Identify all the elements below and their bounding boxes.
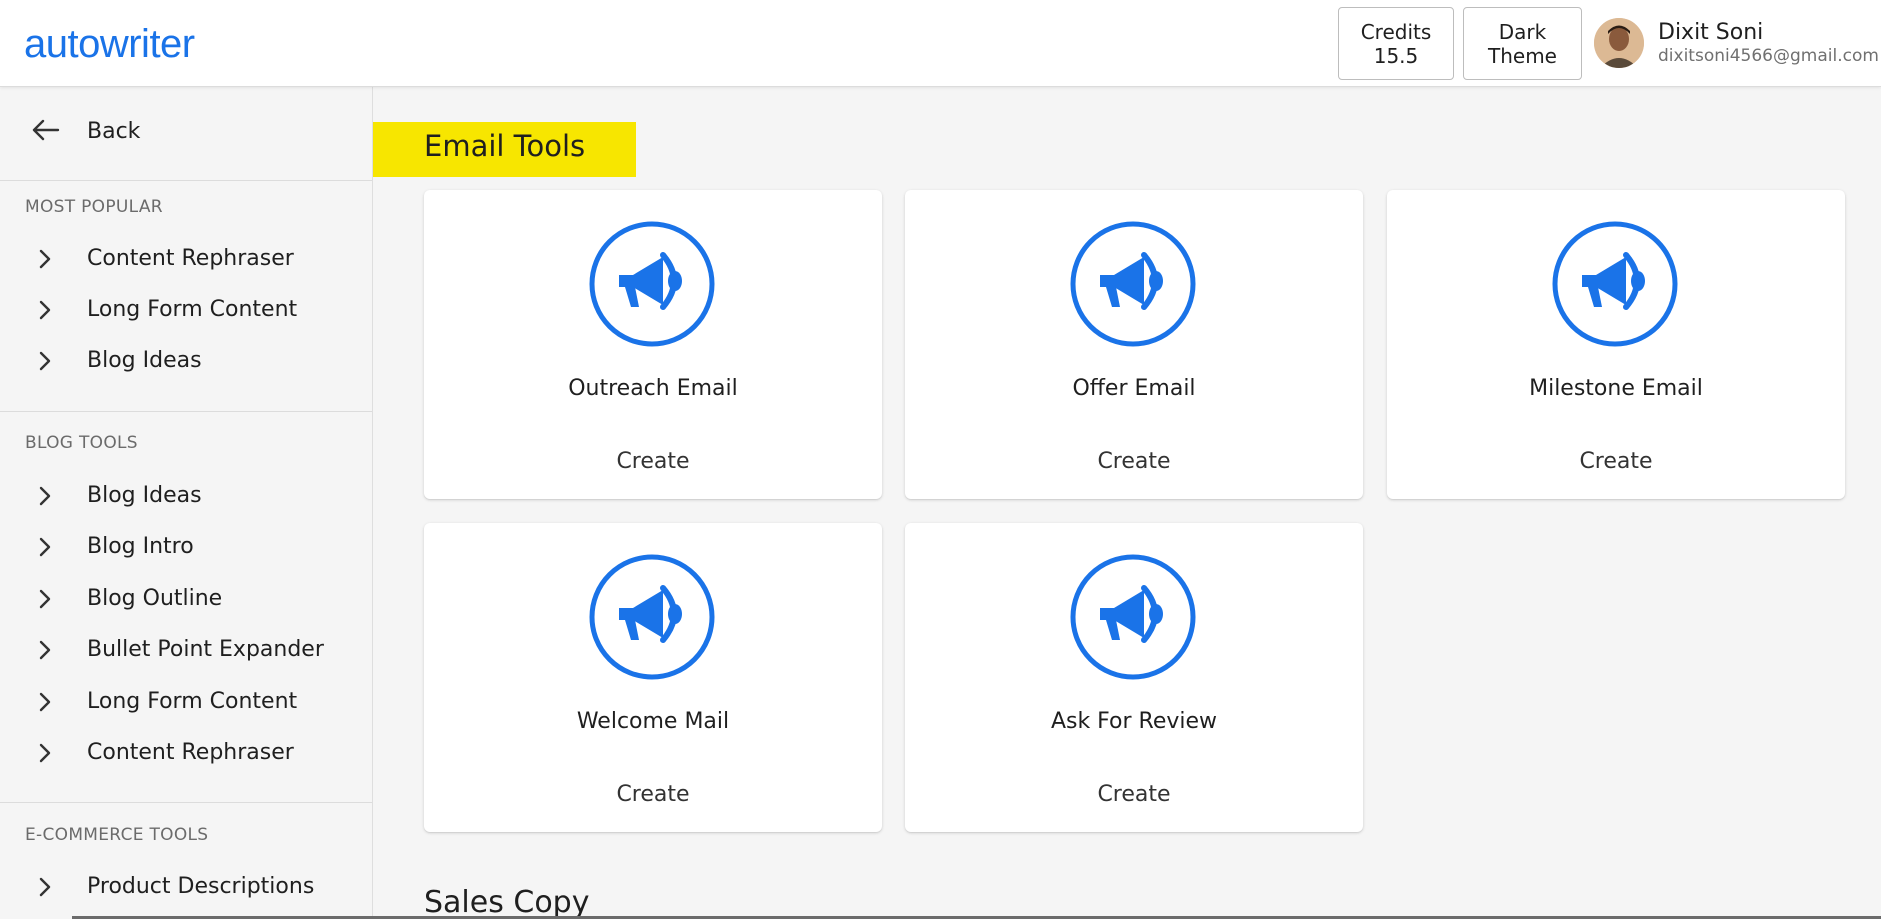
sidebar-item-label: Long Form Content (87, 689, 298, 714)
sidebar-item-blog-intro[interactable]: Blog Intro (0, 525, 372, 569)
sidebar-item-content-rephraser[interactable]: Content Rephraser (0, 731, 372, 775)
sidebar-item-long-form-content[interactable]: Long Form Content (0, 288, 372, 332)
sidebar-item-label: Content Rephraser (87, 246, 294, 271)
chevron-right-icon (39, 743, 51, 763)
user-email: dixitsoni4566@gmail.com (1658, 46, 1879, 66)
card-title: Outreach Email (568, 376, 738, 401)
card-title: Welcome Mail (576, 709, 730, 734)
section-title-sales-copy: Sales Copy (424, 885, 590, 919)
megaphone-icon (1070, 221, 1196, 347)
top-header: autowriter Credits 15.5 Dark Theme Dixit… (0, 0, 1881, 87)
chevron-right-icon (39, 692, 51, 712)
megaphone-icon (589, 221, 715, 347)
chevron-right-icon (39, 640, 51, 660)
tool-card-outreach-email[interactable]: Outreach Email Create (424, 190, 882, 499)
sidebar-item-blog-outline[interactable]: Blog Outline (0, 577, 372, 621)
chevron-right-icon (39, 300, 51, 320)
theme-label-line2: Theme (1488, 43, 1557, 68)
back-label: Back (87, 119, 141, 144)
app-logo[interactable]: autowriter (24, 22, 195, 67)
megaphone-icon (1552, 221, 1678, 347)
sidebar-item-long-form-content[interactable]: Long Form Content (0, 680, 372, 724)
user-name: Dixit Soni (1658, 20, 1764, 45)
sidebar-item-label: Blog Ideas (87, 348, 202, 373)
avatar[interactable] (1594, 18, 1644, 68)
card-title: Milestone Email (1529, 376, 1703, 401)
tool-card-offer-email[interactable]: Offer Email Create (905, 190, 1363, 499)
sidebar-item-label: Product Descriptions (87, 874, 315, 899)
sidebar: Back MOST POPULAR Content Rephraser Long… (0, 87, 373, 919)
create-button[interactable]: Create (905, 775, 1363, 815)
megaphone-icon (1070, 554, 1196, 680)
credits-label: Credits (1360, 19, 1432, 44)
credits-value: 15.5 (1373, 43, 1419, 68)
tool-card-ask-for-review[interactable]: Ask For Review Create (905, 523, 1363, 832)
back-button[interactable]: Back (0, 87, 372, 181)
chevron-right-icon (39, 351, 51, 371)
tool-card-milestone-email[interactable]: Milestone Email Create (1387, 190, 1845, 499)
chevron-right-icon (39, 249, 51, 269)
chevron-right-icon (39, 537, 51, 557)
theme-label-line1: Dark (1498, 19, 1547, 44)
megaphone-icon (589, 554, 715, 680)
create-button[interactable]: Create (424, 442, 882, 482)
create-button[interactable]: Create (424, 775, 882, 815)
sidebar-item-label: Blog Ideas (87, 483, 202, 508)
sidebar-item-product-descriptions[interactable]: Product Descriptions (0, 865, 372, 909)
section-title-blog-tools: BLOG TOOLS (25, 433, 138, 453)
arrow-left-icon (32, 119, 60, 141)
sidebar-item-blog-ideas[interactable]: Blog Ideas (0, 339, 372, 383)
tool-card-welcome-mail[interactable]: Welcome Mail Create (424, 523, 882, 832)
sidebar-divider (0, 802, 372, 803)
sidebar-divider (0, 411, 372, 412)
create-button[interactable]: Create (905, 442, 1363, 482)
chevron-right-icon (39, 589, 51, 609)
sidebar-item-blog-ideas[interactable]: Blog Ideas (0, 474, 372, 518)
create-button[interactable]: Create (1387, 442, 1845, 482)
card-title: Offer Email (1072, 376, 1196, 401)
user-photo-icon (1594, 18, 1644, 68)
sidebar-item-label: Blog Outline (87, 586, 223, 611)
chevron-right-icon (39, 486, 51, 506)
section-title-email-tools: Email Tools (424, 129, 586, 163)
sidebar-item-label: Long Form Content (87, 297, 298, 322)
chevron-right-icon (39, 877, 51, 897)
card-title: Ask For Review (1050, 709, 1218, 734)
sidebar-item-bullet-point-expander[interactable]: Bullet Point Expander (0, 628, 372, 672)
sidebar-item-label: Bullet Point Expander (87, 637, 324, 662)
sidebar-item-label: Blog Intro (87, 534, 194, 559)
dark-theme-button[interactable]: Dark Theme (1463, 7, 1582, 80)
credits-button[interactable]: Credits 15.5 (1338, 7, 1454, 80)
sidebar-item-label: Content Rephraser (87, 740, 294, 765)
section-title-most-popular: MOST POPULAR (25, 197, 163, 217)
sidebar-item-content-rephraser[interactable]: Content Rephraser (0, 237, 372, 281)
section-title-ecommerce-tools: E-COMMERCE TOOLS (25, 825, 209, 845)
